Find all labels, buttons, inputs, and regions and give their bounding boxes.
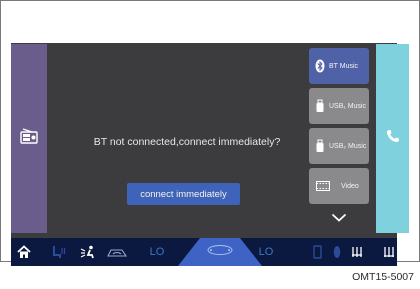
- phone-shortcut[interactable]: [376, 44, 409, 233]
- bt-status-message: BT not connected,connect immediately?: [93, 136, 281, 148]
- right-temperature[interactable]: LO: [254, 244, 278, 260]
- source-label: USB₁ Music: [329, 102, 366, 110]
- airflow-mode-icon[interactable]: [79, 244, 97, 260]
- source-bt-music[interactable]: BT Music: [309, 48, 369, 84]
- source-label: BT Music: [329, 62, 359, 70]
- source-usb2-music[interactable]: USB₂ Music: [309, 128, 369, 164]
- home-icon[interactable]: [16, 244, 32, 260]
- source-label: Video: [341, 182, 359, 190]
- bluetooth-icon: [315, 59, 325, 73]
- fan-tab: [178, 238, 262, 266]
- phone-device-icon[interactable]: [311, 244, 323, 260]
- usb-icon: [315, 99, 325, 113]
- source-video[interactable]: Video: [309, 168, 369, 204]
- video-icon: [315, 179, 331, 193]
- front-defrost-icon[interactable]: [350, 244, 364, 260]
- source-label: USB₂ Music: [329, 142, 367, 150]
- source-usb1-music[interactable]: USB₁ Music: [309, 88, 369, 124]
- usb-icon: [315, 139, 325, 153]
- phone-icon: [386, 129, 400, 148]
- rear-defrost-icon[interactable]: [382, 244, 396, 260]
- left-temperature[interactable]: LO: [145, 244, 169, 260]
- chevron-down-icon[interactable]: [330, 211, 348, 223]
- recirculation-icon[interactable]: [106, 244, 128, 260]
- figure-caption: OMT15-5007: [352, 271, 414, 283]
- ac-mode-icon[interactable]: [331, 244, 343, 260]
- radio-icon: [20, 128, 38, 149]
- connect-immediately-button[interactable]: connect immediately: [127, 183, 240, 205]
- seat-heat-icon[interactable]: [50, 244, 68, 260]
- radio-shortcut[interactable]: [11, 44, 47, 233]
